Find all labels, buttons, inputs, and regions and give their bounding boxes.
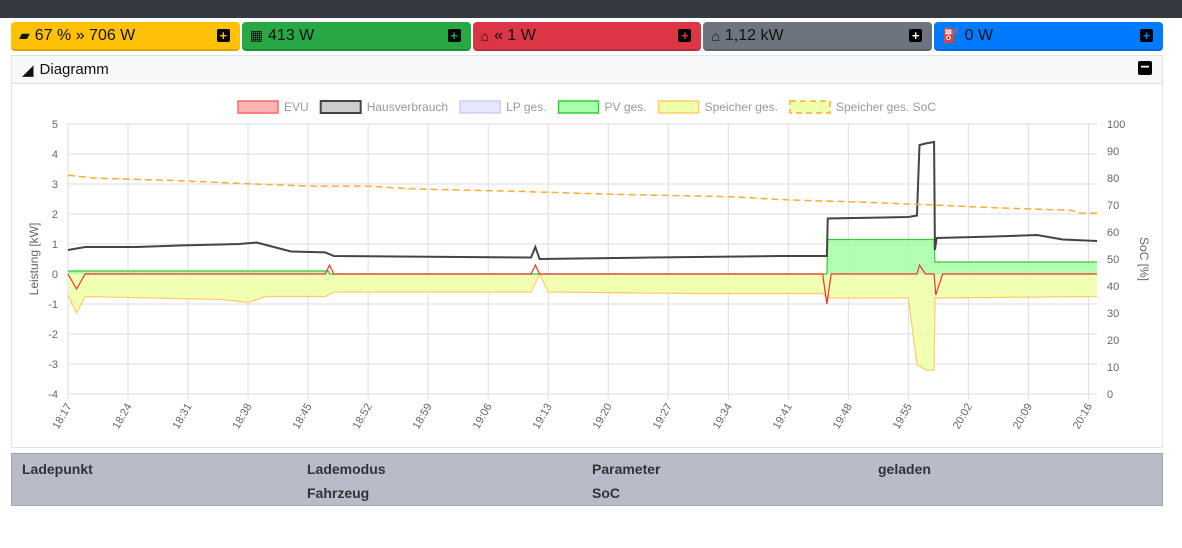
y2-axis-label: SoC [%] <box>1137 237 1151 281</box>
x-tick-label: 18:24 <box>110 402 134 432</box>
y2-tick-label: 100 <box>1107 119 1125 131</box>
legend-label: LP ges. <box>506 100 546 114</box>
x-tick-label: 19:06 <box>471 402 495 432</box>
col-parameter: Parameter <box>592 461 661 477</box>
y-tick-label: 1 <box>52 239 58 251</box>
legend-label: Hausverbrauch <box>367 100 448 114</box>
y-tick-label: -4 <box>48 389 58 401</box>
x-tick-label: 19:20 <box>591 402 615 432</box>
legend-label: EVU <box>284 100 309 114</box>
y-tick-label: -3 <box>48 359 58 371</box>
legend-label: PV ges. <box>605 100 647 114</box>
x-tick-label: 20:02 <box>951 402 975 432</box>
y-tick-label: 0 <box>52 269 58 281</box>
x-tick-label: 19:34 <box>711 402 735 432</box>
y-tick-label: -1 <box>48 299 58 311</box>
y2-tick-label: 90 <box>1107 146 1119 158</box>
y2-tick-label: 20 <box>1107 335 1119 347</box>
power-chart: 543210-1-2-3-4100908070605040302010018:1… <box>27 100 1151 432</box>
x-tick-label: 18:52 <box>351 402 375 432</box>
col-fahrzeug: Fahrzeug <box>307 485 370 501</box>
legend-swatch <box>557 100 600 114</box>
legend-swatch <box>459 100 501 114</box>
x-tick-label: 18:17 <box>50 402 74 432</box>
x-tick-label: 19:48 <box>831 402 855 432</box>
x-tick-label: 20:09 <box>1011 402 1035 432</box>
col-ladepunkt: Ladepunkt <box>22 461 93 477</box>
y-tick-label: 4 <box>52 149 58 161</box>
col-lademodus: Lademodus <box>307 461 386 477</box>
y-axis-label: Leistung [kW] <box>27 223 41 296</box>
x-tick-label: 18:38 <box>231 402 255 432</box>
y-tick-label: -2 <box>48 329 58 341</box>
y-tick-label: 3 <box>52 179 58 191</box>
legend-swatch <box>237 100 279 114</box>
x-tick-label: 18:31 <box>170 402 194 432</box>
x-tick-label: 18:59 <box>411 402 435 432</box>
x-tick-label: 19:55 <box>891 402 915 432</box>
series-line-soc <box>67 174 1097 214</box>
y2-tick-label: 50 <box>1107 254 1119 266</box>
y2-tick-label: 80 <box>1107 173 1119 185</box>
y2-tick-label: 40 <box>1107 281 1119 293</box>
legend-label: Speicher ges. <box>705 100 778 114</box>
x-tick-label: 20:16 <box>1071 402 1095 432</box>
col-geladen: geladen <box>878 461 931 477</box>
legend-swatch <box>319 100 362 114</box>
col-soc: SoC <box>592 485 620 501</box>
legend-swatch <box>789 100 831 114</box>
y2-tick-label: 0 <box>1107 389 1113 401</box>
legend-swatch <box>657 100 700 114</box>
y-tick-label: 5 <box>52 119 58 131</box>
series-area-speicherges <box>68 274 1097 370</box>
x-tick-label: 19:13 <box>531 402 555 432</box>
series-line-hausverbrauch <box>67 140 1098 261</box>
x-tick-label: 19:27 <box>651 402 675 432</box>
x-tick-label: 19:41 <box>771 402 795 432</box>
charge-point-table-header: Ladepunkt Lademodus Parameter geladen Fa… <box>11 453 1163 506</box>
x-tick-label: 18:45 <box>291 402 315 432</box>
y2-tick-label: 10 <box>1107 362 1119 374</box>
legend-label: Speicher ges. SoC <box>836 100 936 114</box>
y-tick-label: 2 <box>52 209 58 221</box>
y2-tick-label: 30 <box>1107 308 1119 320</box>
y2-tick-label: 60 <box>1107 227 1119 239</box>
y2-tick-label: 70 <box>1107 200 1119 212</box>
